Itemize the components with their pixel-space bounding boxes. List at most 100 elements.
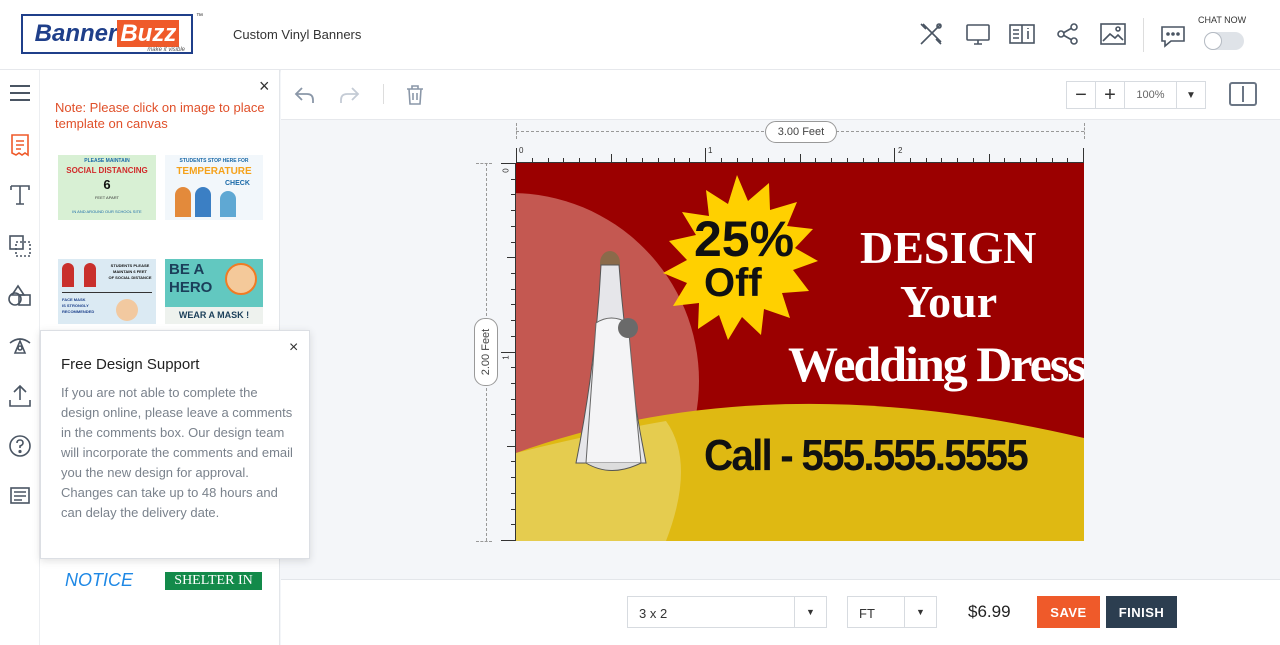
ruler-label: 1 [501, 355, 511, 360]
ruler-label: 0 [519, 146, 524, 155]
tpl-text: STUDENTS PLEASE [110, 263, 150, 268]
phone-text[interactable]: Call - 555.555.5555 [704, 431, 1029, 481]
badge-percent[interactable]: 25% [694, 214, 794, 264]
height-label: 2.00 Feet [474, 318, 498, 386]
ruler-tick [988, 154, 990, 162]
finish-button[interactable]: FINISH [1106, 596, 1177, 628]
size-select[interactable]: 3 x 2 ▼ [627, 596, 827, 628]
ruler-tick [511, 335, 515, 337]
ruler-tick [878, 158, 880, 162]
ruler-tick [720, 158, 722, 162]
ruler-tick [579, 158, 580, 162]
ruler-tick [1020, 158, 1021, 162]
ruler-tick [909, 158, 911, 162]
logo-tagline: make it visible [147, 47, 185, 53]
text-icon[interactable] [7, 182, 33, 208]
ruler-tick [511, 524, 515, 526]
height-label-text: 2.00 Feet [480, 328, 493, 376]
undo-icon[interactable] [293, 83, 317, 107]
logo-part2: Buzz [117, 20, 180, 47]
ruler-tick [511, 398, 515, 400]
chat-toggle[interactable] [1204, 32, 1244, 50]
template-thumbnail[interactable]: STUDENTS PLEASE MAINTAIN 6 FEET OF SOCIAL … [58, 259, 156, 324]
dimension-end [476, 163, 492, 164]
ruler-tick [689, 158, 691, 162]
ruler-tick [511, 320, 515, 322]
template-thumbnail[interactable]: BE A HERO WEAR A MASK ! [165, 259, 263, 324]
ruler-tick [507, 257, 515, 259]
clipart-icon[interactable] [7, 233, 33, 259]
chevron-down-icon[interactable]: ▼ [904, 597, 936, 627]
support-title: Free Design Support [61, 356, 200, 373]
ruler-tick [673, 158, 675, 162]
chevron-down-icon[interactable]: ▼ [794, 597, 826, 627]
bottom-bar: 3 x 2 ▼ FT ▼ $6.99 SAVE FINISH [281, 579, 1280, 645]
desktop-preview-icon[interactable] [964, 20, 992, 48]
chevron-down-icon[interactable]: ▼ [1177, 82, 1205, 108]
tpl-text: SOCIAL DISTANCING [66, 166, 148, 175]
ruler-label: 2 [898, 146, 903, 155]
ruler-tick [752, 158, 754, 162]
ruler-tick [626, 158, 628, 162]
background-icon[interactable] [7, 333, 33, 359]
unit-select[interactable]: FT ▼ [847, 596, 937, 628]
design-canvas[interactable]: 25% Off DESIGN Your Wedding Dress Call -… [516, 163, 1084, 541]
menu-icon[interactable] [7, 80, 33, 106]
top-header: Banner Buzz make it visible ™ Custom Viny… [0, 0, 1280, 70]
bannerbuzz-logo[interactable]: Banner Buzz make it visible [21, 14, 193, 54]
image-gallery-icon[interactable] [1099, 20, 1127, 48]
zoom-value[interactable]: 100% [1125, 82, 1177, 108]
zoom-out-button[interactable]: − [1067, 82, 1096, 108]
ruler-tick [511, 241, 515, 243]
price: $6.99 [968, 602, 1011, 621]
ruler-tick [972, 158, 974, 162]
shapes-icon[interactable] [7, 283, 33, 309]
header-divider [1143, 18, 1144, 52]
ruler-tick [1067, 158, 1069, 162]
tpl-text: STUDENTS PLEASE MAINTAIN 6 FEET OF SOCIAL … [106, 263, 154, 281]
template-thumbnail[interactable]: PLEASE MAINTAIN SOCIAL DISTANCING 6 FEET… [58, 155, 156, 220]
headline-your[interactable]: Your [900, 275, 997, 328]
ruler-tick [1051, 158, 1053, 162]
template-thumbnail-notice[interactable]: NOTICE [65, 570, 155, 590]
ruler-tick [511, 382, 515, 384]
save-button[interactable]: SAVE [1037, 596, 1100, 628]
headline-wedding-dress[interactable]: Wedding Dress [788, 335, 1084, 393]
design-tools-icon[interactable] [917, 20, 945, 48]
upload-icon[interactable] [7, 383, 33, 409]
unit-value: FT [859, 606, 875, 621]
chat-now-label: CHAT NOW [1198, 15, 1247, 25]
tpl-text: HERO [169, 279, 213, 296]
face-figure [225, 263, 257, 295]
chat-icon[interactable] [1159, 22, 1187, 50]
ruler-tick [846, 158, 848, 162]
ruler-tick [511, 508, 515, 510]
ruler-tick [547, 158, 549, 162]
tpl-text: RECOMMENDED [62, 309, 95, 314]
comments-icon[interactable] [7, 483, 33, 509]
headline-design[interactable]: DESIGN [860, 221, 1036, 274]
template-thumbnail[interactable]: STUDENTS STOP HERE FOR TEMPERATURE CHECK [165, 155, 263, 220]
guide-book-icon[interactable] [1008, 20, 1036, 48]
template-thumbnail-shelter[interactable]: SHELTER IN [165, 572, 262, 590]
ruler-tick [894, 148, 895, 162]
logo-part1: Banner [34, 20, 118, 47]
ruler-tick [736, 158, 738, 162]
zoom-in-button[interactable]: + [1096, 82, 1125, 108]
panel-toggle-icon[interactable] [1229, 82, 1257, 106]
dimension-end [516, 123, 517, 139]
redo-icon[interactable] [337, 83, 361, 107]
badge-off[interactable]: Off [704, 263, 762, 303]
ruler-tick [1083, 148, 1084, 162]
close-icon[interactable]: × [289, 339, 298, 357]
ruler-tick [511, 194, 515, 196]
width-label: 3.00 Feet [765, 121, 837, 143]
share-icon[interactable] [1054, 20, 1082, 48]
templates-icon[interactable] [7, 132, 33, 158]
delete-icon[interactable] [403, 83, 427, 107]
ruler-tick [511, 210, 515, 212]
close-icon[interactable]: × [259, 76, 270, 97]
ruler-tick [516, 148, 517, 162]
help-icon[interactable] [7, 433, 33, 459]
person-figure [195, 187, 211, 217]
